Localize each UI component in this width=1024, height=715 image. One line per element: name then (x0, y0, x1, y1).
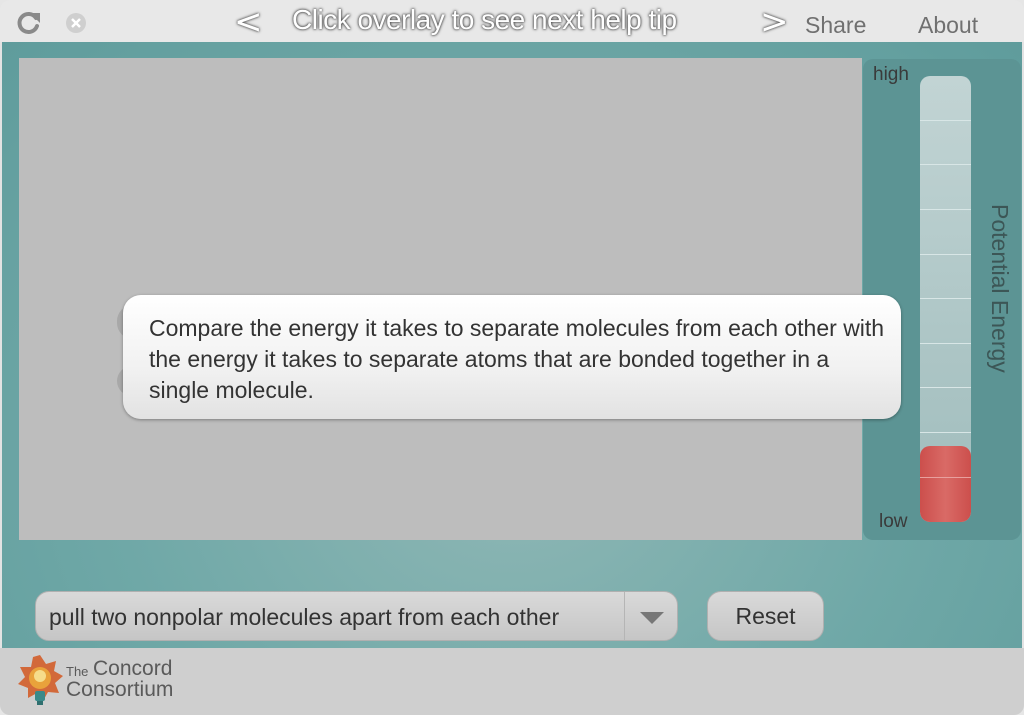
energy-tick (920, 120, 971, 121)
logo-text-the: The (66, 664, 89, 679)
energy-tick (920, 209, 971, 210)
help-tip-title[interactable]: Click overlay to see next help tip (292, 4, 677, 36)
logo-text-consortium: Consortium (66, 678, 174, 701)
energy-level-fill (920, 446, 971, 522)
share-link[interactable]: Share (805, 12, 866, 39)
previous-tip-button[interactable]: < (234, 2, 263, 42)
energy-bar (920, 76, 971, 522)
close-icon[interactable] (65, 12, 87, 34)
energy-tick (920, 387, 971, 388)
about-link[interactable]: About (918, 12, 978, 39)
help-tip-overlay[interactable]: Compare the energy it takes to separate … (123, 295, 901, 419)
energy-tick (920, 298, 971, 299)
reset-button[interactable]: Reset (707, 591, 824, 641)
energy-tick (920, 432, 971, 433)
next-tip-button[interactable]: > (760, 2, 789, 42)
reload-icon[interactable] (16, 10, 42, 36)
energy-tick (920, 343, 971, 344)
select-divider (624, 592, 625, 640)
experiment-selected-value: pull two nonpolar molecules apart from e… (49, 604, 560, 630)
chevron-down-icon[interactable] (640, 612, 664, 624)
energy-tick (920, 164, 971, 165)
energy-high-label: high (873, 64, 909, 85)
footer: The Concord Consortium (0, 648, 1024, 715)
energy-tick (920, 254, 971, 255)
help-tip-text: Compare the energy it takes to separate … (149, 315, 885, 403)
energy-meter-title: Potential Energy (987, 204, 1013, 373)
top-bar: < Click overlay to see next help tip > S… (0, 0, 1024, 42)
app-window: < Click overlay to see next help tip > S… (0, 0, 1024, 715)
energy-low-label: low (879, 511, 908, 532)
energy-tick (920, 477, 971, 478)
experiment-select[interactable]: pull two nonpolar molecules apart from e… (35, 591, 678, 641)
concord-logo-icon[interactable] (15, 653, 65, 708)
